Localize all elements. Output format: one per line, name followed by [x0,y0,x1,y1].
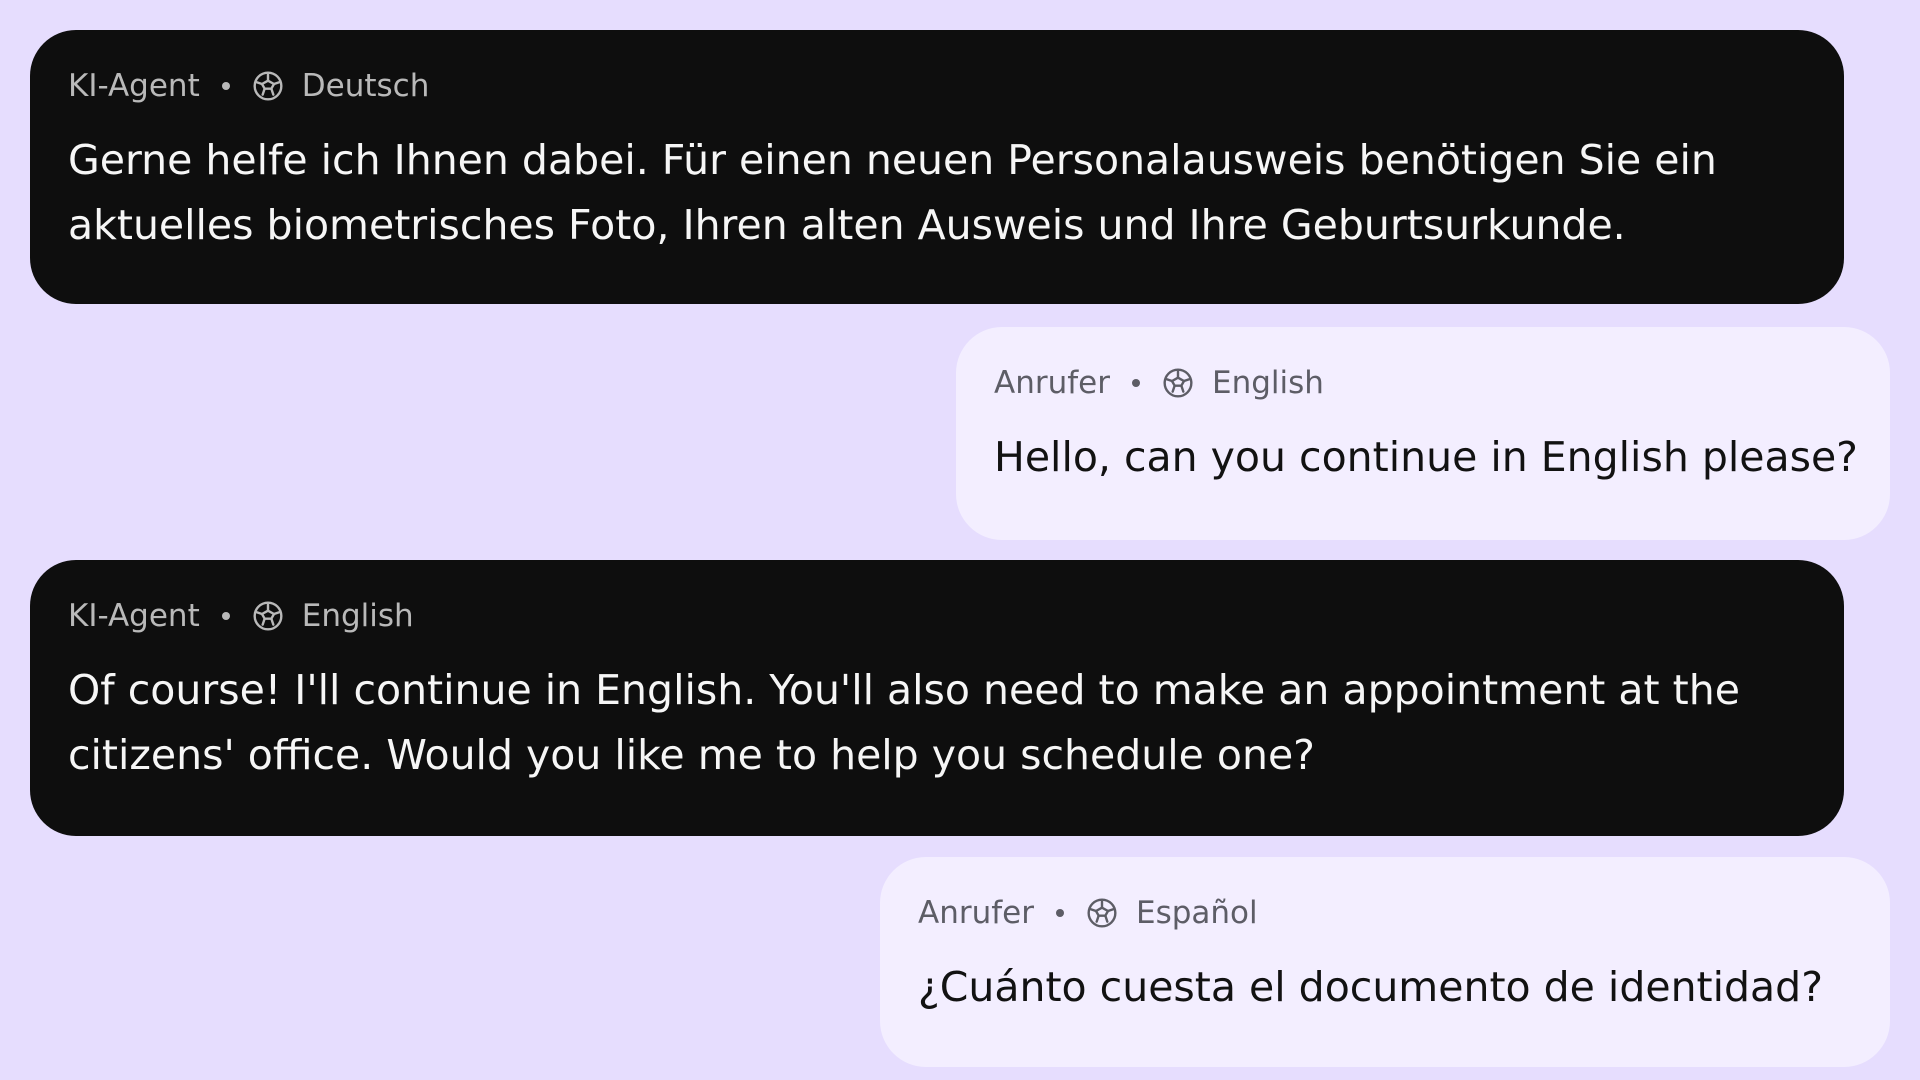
language-label: Español [1135,895,1258,931]
separator-dot [1055,909,1064,917]
language-label: Deutsch [301,68,430,104]
message-meta: Anrufer Español [918,893,1852,933]
speaker-label: KI-Agent [68,598,200,634]
message-caller-2: Anrufer Español ¿Cuánto cuesta el docume… [880,857,1890,1067]
message-text: Gerne helfe ich Ihnen dabei. Für einen n… [68,136,1717,249]
speaker-label: Anrufer [994,365,1110,401]
separator-dot [1131,379,1140,387]
speaker-label: KI-Agent [68,68,200,104]
message-text: Hello, can you continue in English pleas… [994,433,1858,481]
message-meta: KI-Agent English [68,596,1806,636]
message-agent-2: KI-Agent English Of course! I'll continu… [30,560,1844,836]
separator-dot [221,612,230,620]
language-label: English [1211,365,1324,401]
globe-icon [1162,367,1194,399]
message-text: ¿Cuánto cuesta el documento de identidad… [918,963,1823,1011]
message-text: Of course! I'll continue in English. You… [68,666,1740,779]
message-meta: KI-Agent Deutsch [68,66,1806,106]
message-agent-1: KI-Agent Deutsch Gerne helfe ich Ihnen d… [30,30,1844,304]
message-meta: Anrufer English [994,363,1852,403]
globe-icon [252,70,284,102]
speaker-label: Anrufer [918,895,1034,931]
globe-icon [252,600,284,632]
language-label: English [301,598,414,634]
separator-dot [221,82,230,90]
globe-icon [1086,897,1118,929]
message-caller-1: Anrufer English Hello, can you continue … [956,327,1890,540]
